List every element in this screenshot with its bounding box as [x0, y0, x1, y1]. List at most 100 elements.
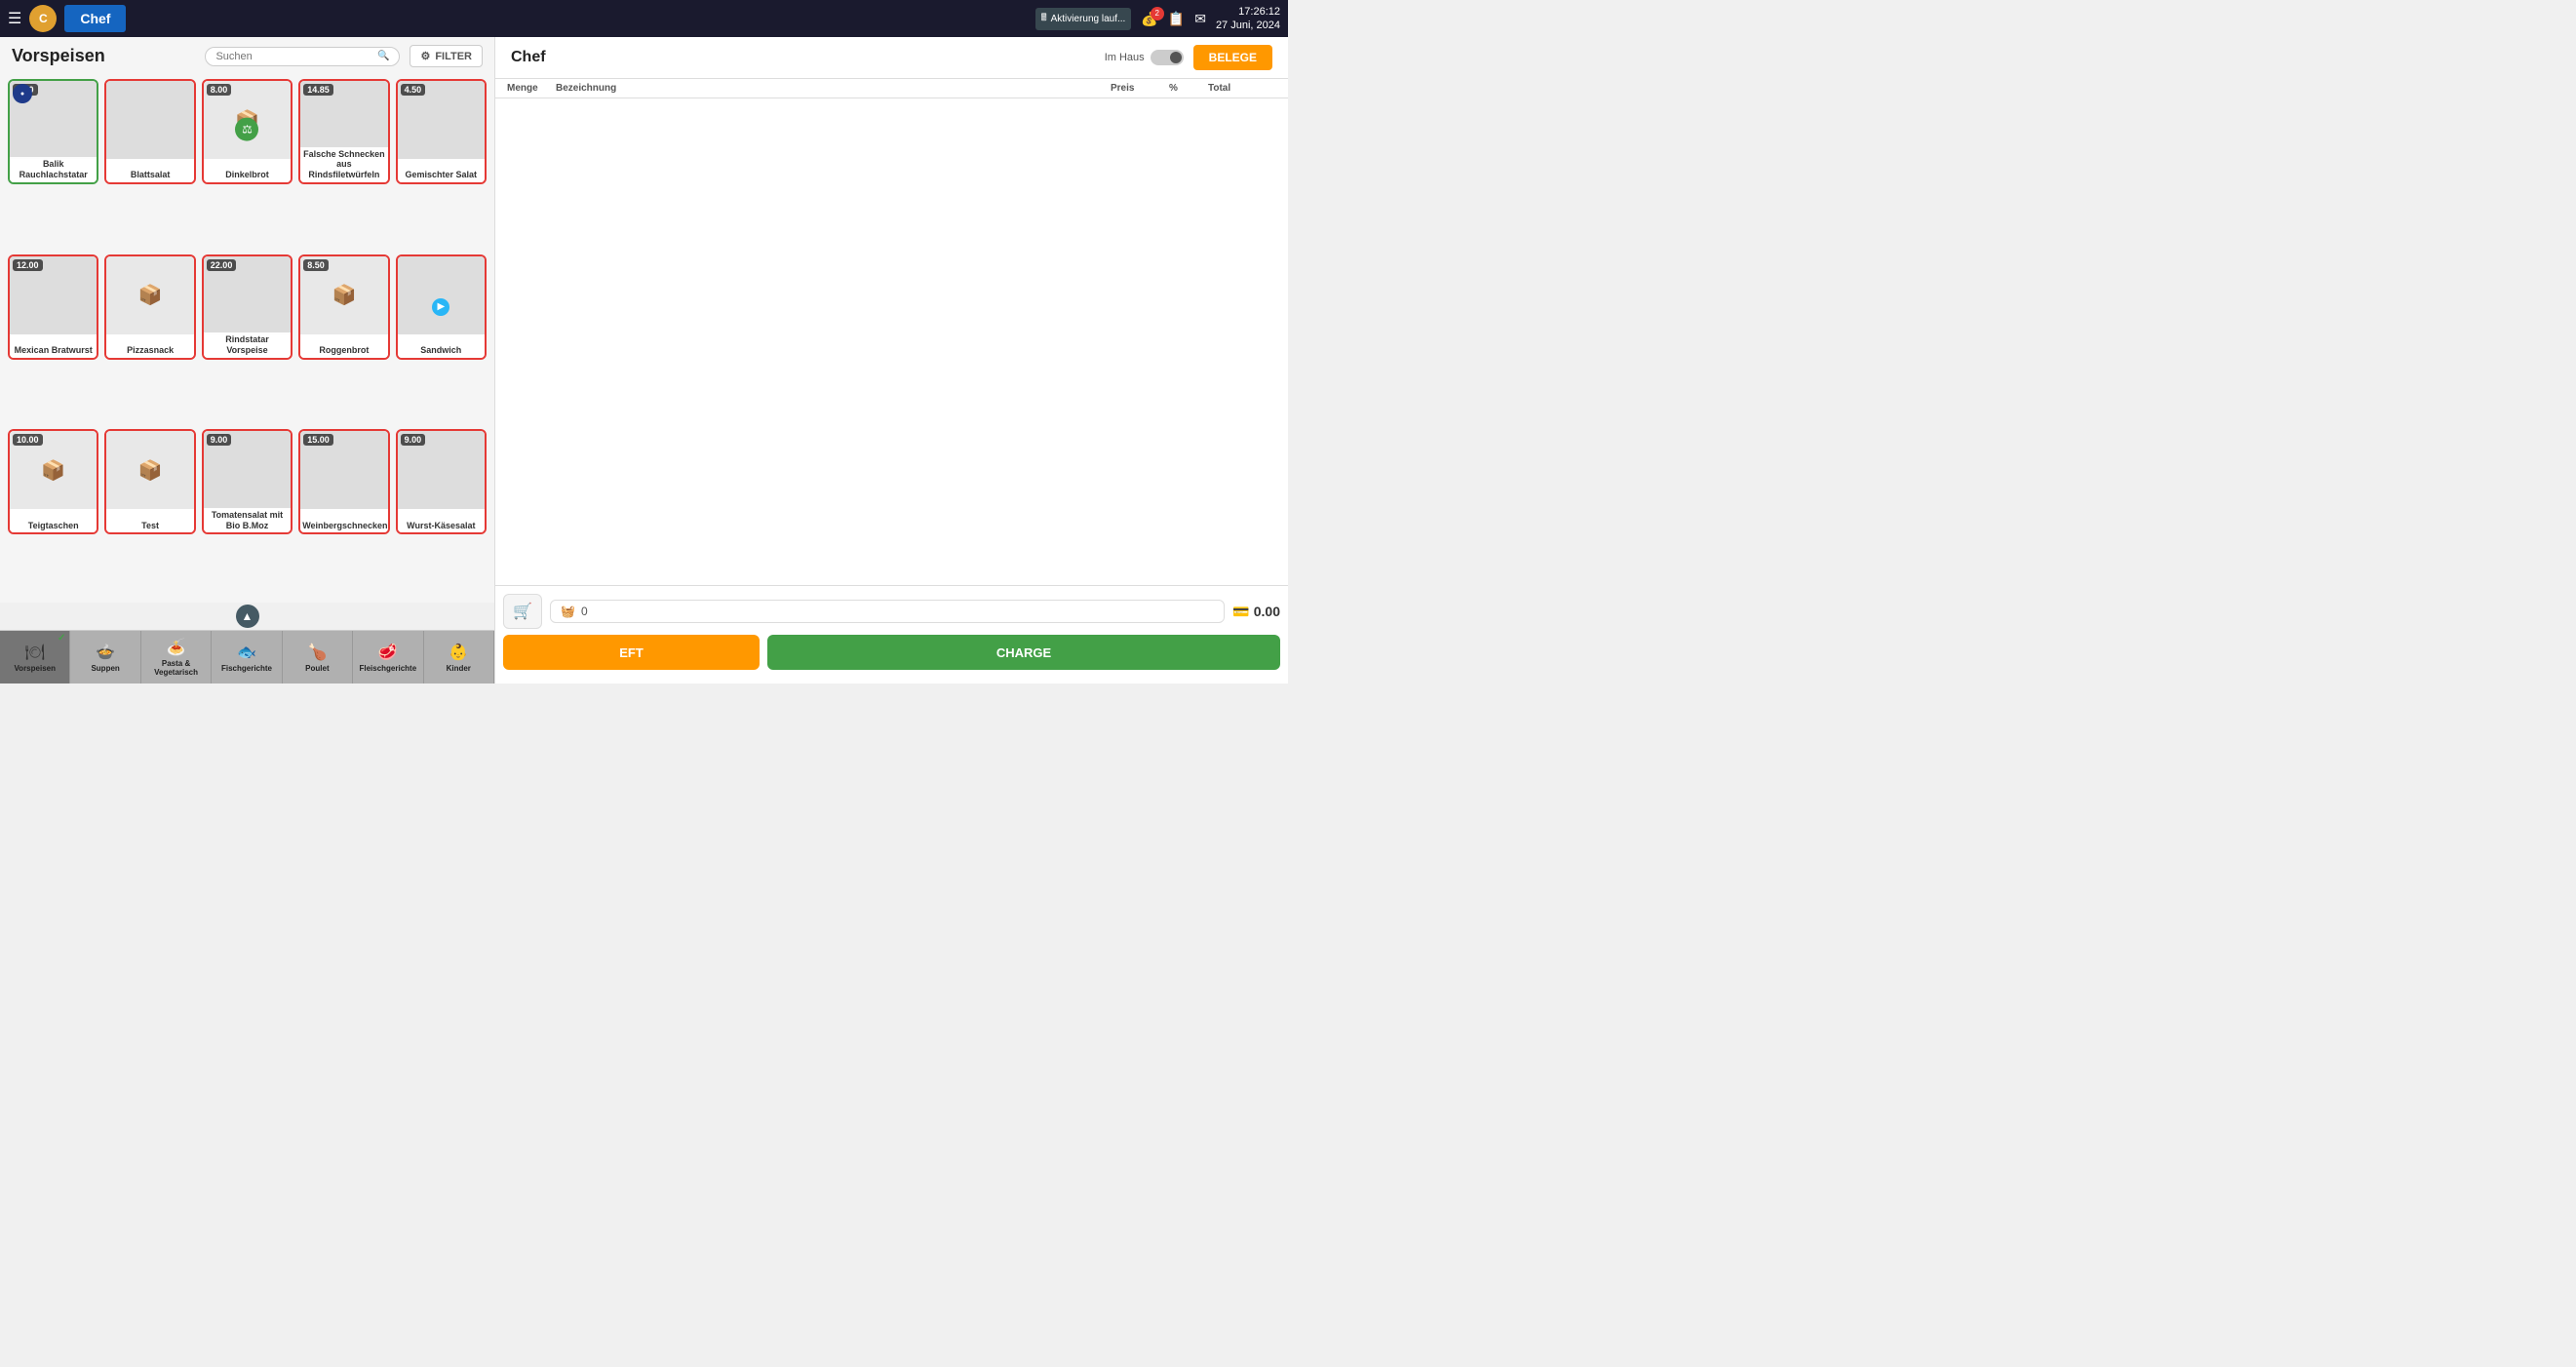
category-kinder[interactable]: 👶Kinder — [424, 631, 494, 684]
scroll-up-button[interactable]: ▲ — [236, 605, 259, 628]
item-price-14: 15.00 — [303, 434, 333, 446]
category-label-pasta: Pasta & Vegetarisch — [141, 659, 211, 677]
category-pasta[interactable]: 🍝 Pasta & Vegetarisch — [141, 631, 212, 684]
category-checkmark-vorspeisen: ✓ — [58, 633, 65, 644]
menu-item-1[interactable]: 3.10●Balik Rauchlachstatar — [8, 79, 98, 184]
menu-item-4[interactable]: 14.85Falsche Schnecken aus Rindsfiletwür… — [298, 79, 389, 184]
search-input[interactable] — [215, 51, 372, 62]
menu-item-9[interactable]: 📦8.50Roggenbrot — [298, 254, 389, 360]
main-layout: Vorspeisen 🔍 ⚙ FILTER 3.10●Balik Rauchla… — [0, 37, 1288, 684]
menu-item-13[interactable]: 9.00 Tomatensalat mit Bio B.Moz — [202, 429, 293, 534]
item-label-15: Wurst-Käsesalat — [398, 519, 485, 533]
topbar: ☰ C Chef 🖩 Aktivierung lauf... 💰 2 📋 ✉ 1… — [0, 0, 1288, 37]
cart-count: 0 — [581, 605, 588, 618]
toggle-track[interactable] — [1151, 50, 1184, 65]
right-header: Chef Im Haus BELEGE — [495, 37, 1288, 79]
scroll-row: ▲ — [0, 603, 494, 630]
mail-icon-btn[interactable]: ✉ — [1194, 11, 1206, 27]
category-poulet[interactable]: 🍗 Poulet — [283, 631, 353, 684]
category-icon-poulet: 🍗 — [307, 643, 327, 662]
wallet-badge: 2 — [1151, 7, 1164, 20]
item-price-9: 8.50 — [303, 259, 329, 271]
category-fleischgerichte[interactable]: 🥩Fleischgerichte — [353, 631, 423, 684]
cart-count-box: 🧺 0 — [550, 600, 1225, 623]
cart-total-box: 💳 0.00 — [1232, 604, 1280, 620]
category-label-vorspeisen: Vorspeisen — [14, 664, 56, 673]
basket-icon: 🧺 — [561, 605, 575, 618]
right-bottom: 🛒 🧺 0 💳 0.00 EFT CHARGE — [495, 585, 1288, 684]
item-label-12: Test — [106, 519, 193, 533]
item-label-8: Rindstatar Vorspeise — [204, 332, 291, 358]
wallet-icon-btn[interactable]: 💰 2 — [1141, 11, 1157, 27]
toggle-thumb — [1170, 52, 1182, 63]
category-bar: ✓🍽Vorspeisen🍲Suppen🍝Pasta & Vegetarisch🐟… — [0, 630, 494, 684]
item-label-9: Roggenbrot — [300, 343, 387, 358]
item-green-icon-3: ⚖ — [235, 118, 258, 141]
col-bezeichnung: Bezeichnung — [556, 83, 1111, 94]
category-label-poulet: Poulet — [305, 664, 329, 673]
right-panel-title: Chef — [511, 49, 1095, 66]
item-label-5: Gemischter Salat — [398, 168, 485, 182]
item-label-11: Teigtaschen — [10, 519, 97, 533]
eft-button[interactable]: EFT — [503, 635, 760, 670]
left-panel: Vorspeisen 🔍 ⚙ FILTER 3.10●Balik Rauchla… — [0, 37, 494, 684]
item-price-11: 10.00 — [13, 434, 43, 446]
calc-icon: 🖩 — [1041, 11, 1047, 27]
topbar-right: 🖩 Aktivierung lauf... 💰 2 📋 ✉ 17:26:12 2… — [1035, 5, 1280, 33]
item-label-13: Tomatensalat mit Bio B.Moz — [204, 508, 291, 533]
menu-icon[interactable]: ☰ — [8, 9, 21, 28]
menu-item-2[interactable]: Blattsalat — [104, 79, 195, 184]
item-price-13: 9.00 — [207, 434, 232, 446]
item-price-3: 8.00 — [207, 84, 232, 96]
receipts-icon-btn[interactable]: 📋 — [1168, 11, 1185, 27]
menu-item-7[interactable]: 📦Pizzasnack — [104, 254, 195, 360]
col-percent: % — [1169, 83, 1208, 94]
col-total: Total — [1208, 83, 1276, 94]
category-label-suppen: Suppen — [91, 664, 119, 673]
item-label-2: Blattsalat — [106, 168, 193, 182]
category-icon-pasta: 🍝 — [167, 638, 186, 657]
left-header: Vorspeisen 🔍 ⚙ FILTER — [0, 37, 494, 75]
menu-item-8[interactable]: 22.00 Rindstatar Vorspeise — [202, 254, 293, 360]
menu-item-3[interactable]: 📦8.00⚖Dinkelbrot — [202, 79, 293, 184]
col-preis: Preis — [1111, 83, 1169, 94]
col-menge: Menge — [507, 83, 556, 94]
charge-button[interactable]: CHARGE — [767, 635, 1280, 670]
im-haus-toggle[interactable]: Im Haus — [1105, 50, 1184, 65]
right-panel: Chef Im Haus BELEGE Menge Bezeichnung Pr… — [494, 37, 1288, 684]
items-grid: 3.10●Balik RauchlachstatarBlattsalat📦8.0… — [0, 75, 494, 603]
search-bar[interactable]: 🔍 — [205, 47, 400, 66]
item-price-8: 22.00 — [207, 259, 237, 271]
category-icon-fischgerichte: 🐟 — [237, 643, 256, 662]
belege-button[interactable]: BELEGE — [1193, 45, 1272, 70]
category-fischgerichte[interactable]: 🐟Fischgerichte — [212, 631, 282, 684]
menu-item-5[interactable]: 4.50Gemischter Salat — [396, 79, 487, 184]
cart-icon-button[interactable]: 🛒 — [503, 594, 542, 629]
section-title: Vorspeisen — [12, 46, 195, 66]
item-label-6: Mexican Bratwurst — [10, 343, 97, 358]
total-currency-icon: 💳 — [1232, 604, 1249, 620]
item-price-4: 14.85 — [303, 84, 333, 96]
menu-item-12[interactable]: 📦Test — [104, 429, 195, 534]
category-vorspeisen[interactable]: ✓🍽Vorspeisen — [0, 631, 70, 684]
app-title[interactable]: Chef — [64, 5, 126, 32]
menu-item-6[interactable]: 12.00 Mexican Bratwurst — [8, 254, 98, 360]
filter-icon: ⚙ — [420, 50, 430, 62]
item-price-6: 12.00 — [13, 259, 43, 271]
filter-button[interactable]: ⚙ FILTER — [410, 45, 483, 67]
clock-display: 17:26:12 27 Juni, 2024 — [1216, 5, 1280, 33]
menu-item-15[interactable]: 9.00Wurst-Käsesalat — [396, 429, 487, 534]
item-blue-dot-10: ▶ — [432, 298, 449, 316]
activation-status: 🖩 Aktivierung lauf... — [1035, 8, 1132, 30]
item-label-7: Pizzasnack — [106, 343, 193, 358]
category-icon-kinder: 👶 — [449, 643, 468, 662]
avatar[interactable]: C — [29, 5, 57, 32]
category-suppen[interactable]: 🍲Suppen — [70, 631, 140, 684]
action-buttons-row: EFT CHARGE — [503, 635, 1280, 670]
menu-item-10[interactable]: ▶ Sandwich — [396, 254, 487, 360]
order-table-header: Menge Bezeichnung Preis % Total — [495, 79, 1288, 98]
menu-item-14[interactable]: 15.00Weinbergschnecken — [298, 429, 389, 534]
menu-item-11[interactable]: 📦10.00Teigtaschen — [8, 429, 98, 534]
item-label-10: Sandwich — [398, 343, 485, 358]
cart-total-value: 0.00 — [1254, 604, 1280, 619]
